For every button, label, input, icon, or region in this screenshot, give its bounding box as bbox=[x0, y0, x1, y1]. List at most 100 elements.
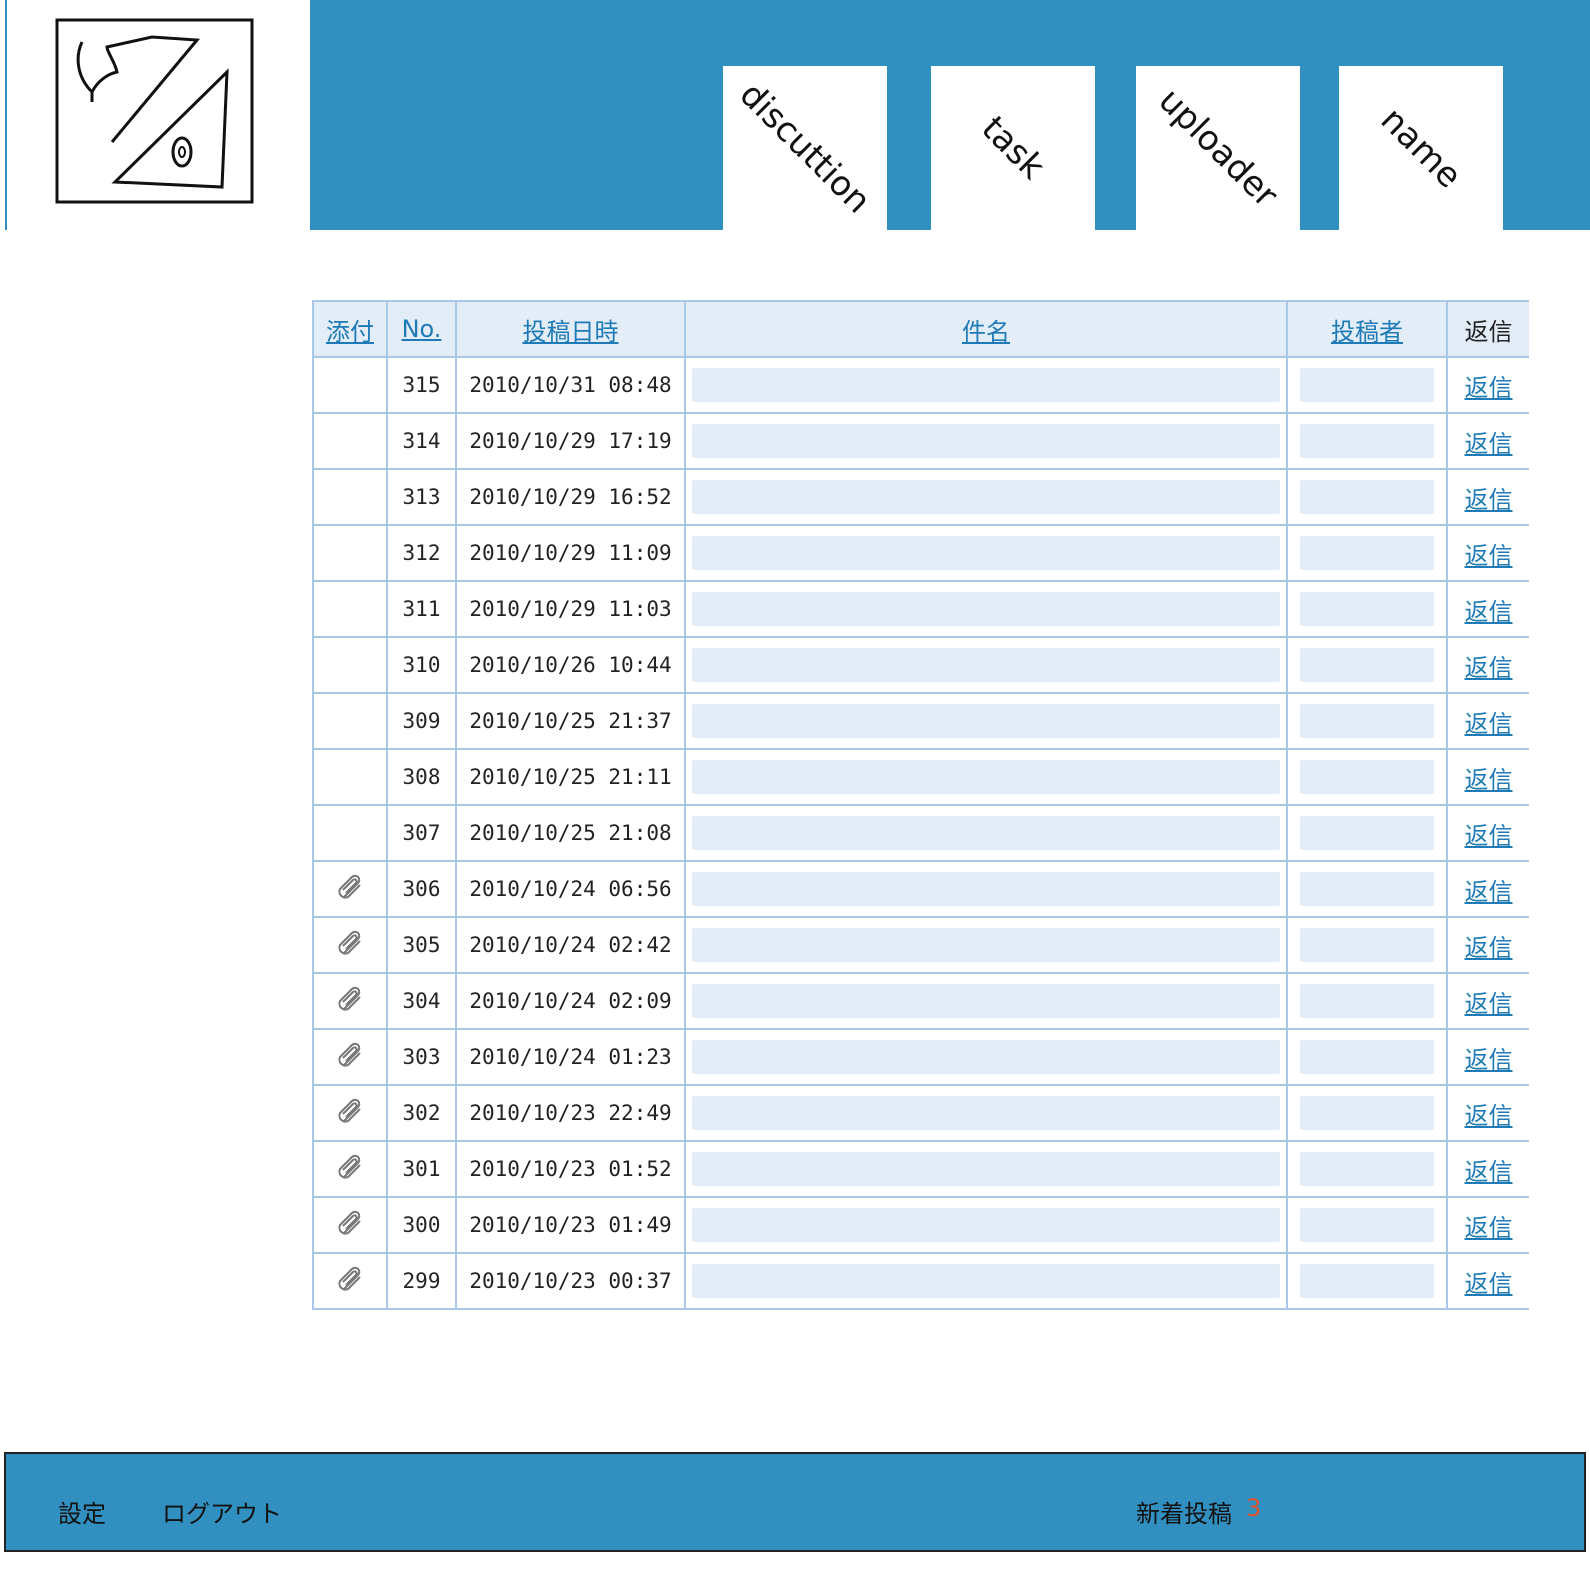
table-row[interactable]: 299 2010/10/23 00:37 返信 bbox=[312, 1252, 1529, 1310]
subject-redacted[interactable] bbox=[692, 424, 1280, 458]
post-subject[interactable] bbox=[684, 1252, 1288, 1310]
reply-link[interactable]: 返信 bbox=[1465, 374, 1513, 402]
post-subject[interactable] bbox=[684, 748, 1288, 806]
post-subject[interactable] bbox=[684, 412, 1288, 470]
reply-link[interactable]: 返信 bbox=[1465, 1158, 1513, 1186]
reply-link[interactable]: 返信 bbox=[1465, 710, 1513, 738]
settings-link[interactable]: 設定 bbox=[58, 1494, 106, 1529]
column-header-subject[interactable]: 件名 bbox=[684, 300, 1288, 358]
post-subject[interactable] bbox=[684, 468, 1288, 526]
paperclip-icon[interactable] bbox=[334, 983, 366, 1020]
subject-redacted[interactable] bbox=[692, 984, 1280, 1018]
sort-attach-link[interactable]: 添付 bbox=[326, 318, 374, 346]
reply-link[interactable]: 返信 bbox=[1465, 486, 1513, 514]
subject-redacted[interactable] bbox=[692, 928, 1280, 962]
reply-link[interactable]: 返信 bbox=[1465, 1046, 1513, 1074]
posts-table-container[interactable]: 添付 No. 投稿日時 件名 投稿者 返信 315 2010/10/31 08:4… bbox=[312, 300, 1529, 1332]
reply-link[interactable]: 返信 bbox=[1465, 990, 1513, 1018]
logo[interactable] bbox=[5, 0, 310, 230]
new-posts-count[interactable]: 3 bbox=[1246, 1494, 1261, 1522]
attach-cell[interactable] bbox=[312, 860, 388, 918]
paperclip-icon[interactable] bbox=[334, 1039, 366, 1076]
post-subject[interactable] bbox=[684, 580, 1288, 638]
paperclip-icon[interactable] bbox=[334, 1207, 366, 1244]
table-row[interactable]: 301 2010/10/23 01:52 返信 bbox=[312, 1140, 1529, 1198]
post-subject[interactable] bbox=[684, 524, 1288, 582]
sort-subject-link[interactable]: 件名 bbox=[962, 318, 1010, 346]
table-row[interactable]: 306 2010/10/24 06:56 返信 bbox=[312, 860, 1529, 918]
post-subject[interactable] bbox=[684, 692, 1288, 750]
paperclip-icon[interactable] bbox=[334, 1151, 366, 1188]
table-row[interactable]: 303 2010/10/24 01:23 返信 bbox=[312, 1028, 1529, 1086]
paperclip-icon[interactable] bbox=[334, 1095, 366, 1132]
post-subject[interactable] bbox=[684, 636, 1288, 694]
subject-redacted[interactable] bbox=[692, 592, 1280, 626]
subject-redacted[interactable] bbox=[692, 480, 1280, 514]
subject-redacted[interactable] bbox=[692, 816, 1280, 850]
attach-cell[interactable] bbox=[312, 916, 388, 974]
attach-cell[interactable] bbox=[312, 1140, 388, 1198]
column-header-no[interactable]: No. bbox=[386, 300, 457, 358]
column-header-date[interactable]: 投稿日時 bbox=[455, 300, 686, 358]
table-row[interactable]: 305 2010/10/24 02:42 返信 bbox=[312, 916, 1529, 974]
reply-link[interactable]: 返信 bbox=[1465, 542, 1513, 570]
reply-link[interactable]: 返信 bbox=[1465, 1270, 1513, 1298]
table-row[interactable]: 310 2010/10/26 10:44 返信 bbox=[312, 636, 1529, 694]
table-row[interactable]: 311 2010/10/29 11:03 返信 bbox=[312, 580, 1529, 638]
column-header-author[interactable]: 投稿者 bbox=[1286, 300, 1448, 358]
table-row[interactable]: 308 2010/10/25 21:11 返信 bbox=[312, 748, 1529, 806]
subject-redacted[interactable] bbox=[692, 1264, 1280, 1298]
attach-cell[interactable] bbox=[312, 1084, 388, 1142]
table-row[interactable]: 307 2010/10/25 21:08 返信 bbox=[312, 804, 1529, 862]
attach-cell[interactable] bbox=[312, 972, 388, 1030]
subject-redacted[interactable] bbox=[692, 704, 1280, 738]
subject-redacted[interactable] bbox=[692, 368, 1280, 402]
column-header-attach[interactable]: 添付 bbox=[312, 300, 388, 358]
reply-link[interactable]: 返信 bbox=[1465, 934, 1513, 962]
post-subject[interactable] bbox=[684, 356, 1288, 414]
nav-tab-discuttion[interactable]: discuttion bbox=[723, 66, 887, 230]
subject-redacted[interactable] bbox=[692, 648, 1280, 682]
reply-link[interactable]: 返信 bbox=[1465, 598, 1513, 626]
post-subject[interactable] bbox=[684, 972, 1288, 1030]
reply-link[interactable]: 返信 bbox=[1465, 878, 1513, 906]
table-row[interactable]: 309 2010/10/25 21:37 返信 bbox=[312, 692, 1529, 750]
post-subject[interactable] bbox=[684, 1140, 1288, 1198]
sort-author-link[interactable]: 投稿者 bbox=[1331, 318, 1403, 346]
subject-redacted[interactable] bbox=[692, 1208, 1280, 1242]
subject-redacted[interactable] bbox=[692, 536, 1280, 570]
post-subject[interactable] bbox=[684, 916, 1288, 974]
logout-link[interactable]: ログアウト bbox=[162, 1494, 282, 1529]
table-row[interactable]: 315 2010/10/31 08:48 返信 bbox=[312, 356, 1529, 414]
sort-date-link[interactable]: 投稿日時 bbox=[523, 318, 619, 346]
attach-cell[interactable] bbox=[312, 1196, 388, 1254]
post-subject[interactable] bbox=[684, 1084, 1288, 1142]
subject-redacted[interactable] bbox=[692, 760, 1280, 794]
attach-cell[interactable] bbox=[312, 1028, 388, 1086]
nav-tab-uploader[interactable]: uploader bbox=[1136, 66, 1300, 230]
paperclip-icon[interactable] bbox=[334, 871, 366, 908]
nav-tab-name[interactable]: name bbox=[1339, 66, 1503, 230]
post-subject[interactable] bbox=[684, 860, 1288, 918]
reply-link[interactable]: 返信 bbox=[1465, 1214, 1513, 1242]
table-row[interactable]: 314 2010/10/29 17:19 返信 bbox=[312, 412, 1529, 470]
subject-redacted[interactable] bbox=[692, 1096, 1280, 1130]
paperclip-icon[interactable] bbox=[334, 1263, 366, 1300]
subject-redacted[interactable] bbox=[692, 1152, 1280, 1186]
reply-link[interactable]: 返信 bbox=[1465, 430, 1513, 458]
reply-link[interactable]: 返信 bbox=[1465, 766, 1513, 794]
table-row[interactable]: 302 2010/10/23 22:49 返信 bbox=[312, 1084, 1529, 1142]
post-subject[interactable] bbox=[684, 804, 1288, 862]
post-subject[interactable] bbox=[684, 1028, 1288, 1086]
reply-link[interactable]: 返信 bbox=[1465, 654, 1513, 682]
nav-tab-task[interactable]: task bbox=[931, 66, 1095, 230]
subject-redacted[interactable] bbox=[692, 1040, 1280, 1074]
reply-link[interactable]: 返信 bbox=[1465, 822, 1513, 850]
reply-link[interactable]: 返信 bbox=[1465, 1102, 1513, 1130]
table-row[interactable]: 300 2010/10/23 01:49 返信 bbox=[312, 1196, 1529, 1254]
attach-cell[interactable] bbox=[312, 1252, 388, 1310]
table-row[interactable]: 304 2010/10/24 02:09 返信 bbox=[312, 972, 1529, 1030]
paperclip-icon[interactable] bbox=[334, 927, 366, 964]
subject-redacted[interactable] bbox=[692, 872, 1280, 906]
table-row[interactable]: 312 2010/10/29 11:09 返信 bbox=[312, 524, 1529, 582]
